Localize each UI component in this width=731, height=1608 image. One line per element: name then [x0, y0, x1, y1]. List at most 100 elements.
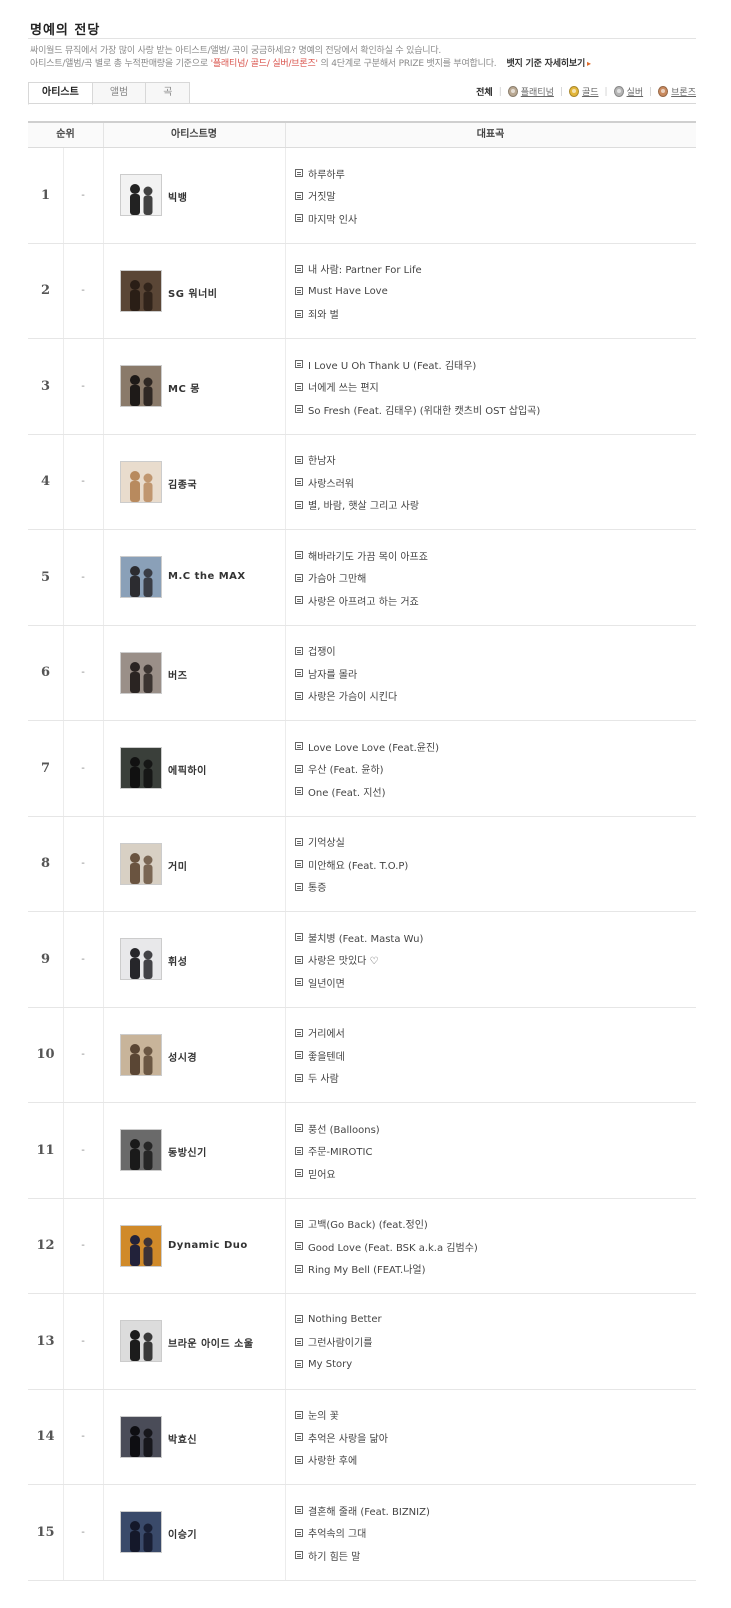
song-item[interactable]: One (Feat. 지선)	[295, 780, 439, 803]
song-item[interactable]: 좋을텐데	[295, 1044, 345, 1067]
artist-photo-image	[121, 1034, 161, 1075]
song-item[interactable]: 일년이면	[295, 971, 423, 994]
filter-platinum[interactable]: 플래티넘	[507, 85, 554, 98]
song-item[interactable]: 믿어요	[295, 1162, 380, 1185]
artist-name[interactable]: 김종국	[168, 476, 197, 491]
song-item[interactable]: 두 사람	[295, 1067, 345, 1090]
song-item[interactable]: 사랑은 아프려고 하는 거죠	[295, 589, 428, 612]
artist-photo[interactable]	[120, 1415, 162, 1458]
song-icon	[295, 573, 303, 582]
song-item[interactable]: 내 사람: Partner For Life	[295, 258, 422, 281]
song-item[interactable]: 사랑은 맛있다 ♡	[295, 949, 423, 972]
song-item[interactable]: 사랑은 가슴이 시킨다	[295, 685, 397, 708]
song-item[interactable]: 눈의 꽃	[295, 1404, 388, 1427]
song-item[interactable]: Nothing Better	[295, 1308, 382, 1331]
song-item[interactable]: 고백(Go Back) (feat.정인)	[295, 1213, 478, 1236]
song-title: 거리에서	[308, 1029, 345, 1041]
song-item[interactable]: 너에게 쓰는 편지	[295, 376, 540, 399]
artist-name[interactable]: 성시경	[168, 1049, 197, 1064]
song-item[interactable]: 사랑스러워	[295, 471, 419, 494]
song-item[interactable]: Ring My Bell (FEAT.나얼)	[295, 1258, 478, 1281]
song-item[interactable]: 해바라기도 가끔 목이 아프죠	[295, 544, 428, 567]
artist-photo[interactable]	[120, 747, 162, 789]
artist-photo[interactable]	[120, 1033, 162, 1076]
song-item[interactable]: 별, 바람, 햇살 그리고 사랑	[295, 494, 419, 517]
filter-silver[interactable]: 실버	[613, 85, 643, 98]
song-item[interactable]: 추억은 사랑을 닮아	[295, 1426, 388, 1449]
song-item[interactable]: 풍선 (Balloons)	[295, 1117, 380, 1140]
song-item[interactable]: Good Love (Feat. BSK a.k.a 김범수)	[295, 1235, 478, 1258]
song-icon	[295, 764, 303, 773]
song-item[interactable]: 마지막 인사	[295, 207, 357, 230]
artist-photo-image	[121, 1130, 161, 1170]
artist-photo[interactable]	[120, 460, 162, 503]
song-item[interactable]: 기억상실	[295, 831, 408, 854]
artist-photo[interactable]	[120, 1129, 162, 1171]
artist-name[interactable]: 에픽하이	[168, 762, 207, 777]
song-list: I Love U Oh Thank U (Feat. 김태우) 너에게 쓰는 편지…	[295, 353, 540, 421]
table-row: 1 - 빅뱅 하루하루 거짓말 마지막 인사	[28, 148, 696, 244]
artist-name[interactable]: SG 워너비	[168, 285, 218, 300]
song-item[interactable]: 통증	[295, 876, 408, 899]
artist-name[interactable]: 동방신기	[168, 1144, 207, 1159]
artist-photo[interactable]	[120, 269, 162, 312]
song-item[interactable]: 불치병 (Feat. Masta Wu)	[295, 926, 423, 949]
song-item[interactable]: 결혼해 줄래 (Feat. BIZNIZ)	[295, 1499, 430, 1522]
song-icon	[295, 787, 303, 796]
filter-all[interactable]: 전체	[476, 85, 493, 98]
filter-bronze[interactable]: 브론즈	[658, 85, 696, 98]
artist-name[interactable]: 브라운 아이드 소울	[168, 1335, 254, 1350]
song-item[interactable]: Must Have Love	[295, 280, 422, 303]
badge-criteria-link[interactable]: 뱃지 기준 자세히보기	[506, 59, 585, 69]
tab-album[interactable]: 앨범	[92, 82, 147, 104]
artist-photo[interactable]	[120, 556, 162, 598]
artist-photo[interactable]	[120, 842, 162, 885]
artist-photo[interactable]	[120, 174, 162, 216]
song-item[interactable]: I Love U Oh Thank U (Feat. 김태우)	[295, 353, 540, 376]
song-item[interactable]: 하기 힘든 말	[295, 1544, 430, 1567]
artist-name[interactable]: 이승기	[168, 1526, 197, 1541]
rank-change: -	[81, 1049, 85, 1061]
song-item[interactable]: 거리에서	[295, 1022, 345, 1045]
artist-name[interactable]: Dynamic Duo	[168, 1240, 248, 1251]
artist-name[interactable]: 거미	[168, 858, 187, 873]
song-title: 사랑한 후에	[308, 1456, 358, 1468]
song-item[interactable]: 하루하루	[295, 162, 357, 185]
artist-photo[interactable]	[120, 1511, 162, 1553]
artist-photo[interactable]	[120, 1224, 162, 1267]
table-row: 3 - MC 몽 I Love U Oh Thank U (Feat. 김태우) 너에게…	[28, 339, 696, 435]
title-divider	[28, 38, 696, 39]
artist-photo[interactable]	[120, 651, 162, 694]
artist-photo[interactable]	[120, 365, 162, 407]
artist-name[interactable]: 휘성	[168, 953, 187, 968]
badge-filters: 전체 | 플래티넘 | 골드 | 실버 | 브론즈	[476, 85, 696, 98]
table-body: 1 - 빅뱅 하루하루 거짓말 마지막 인사 2 - SG 워너비 내 사람: Partner F…	[28, 148, 696, 1581]
song-item[interactable]: My Story	[295, 1353, 382, 1376]
song-item[interactable]: 추억속의 그대	[295, 1522, 430, 1545]
song-item[interactable]: 겁쟁이	[295, 640, 397, 663]
artist-name[interactable]: MC 몽	[168, 380, 200, 395]
artist-name[interactable]: M.C the MAX	[168, 571, 246, 582]
artist-photo[interactable]	[120, 1320, 162, 1362]
song-item[interactable]: 거짓말	[295, 185, 357, 208]
artist-photo[interactable]	[120, 938, 162, 980]
artist-name[interactable]: 버즈	[168, 667, 187, 682]
song-item[interactable]: So Fresh (Feat. 김태우) (위대한 캣츠비 OST 삽입곡)	[295, 398, 540, 421]
song-item[interactable]: 가슴아 그만해	[295, 567, 428, 590]
song-item[interactable]: 우산 (Feat. 윤하)	[295, 758, 439, 781]
song-item[interactable]: 그런사람이기를	[295, 1331, 382, 1354]
song-item[interactable]: Love Love Love (Feat.윤진)	[295, 735, 439, 758]
artist-name[interactable]: 빅뱅	[168, 189, 187, 204]
song-item[interactable]: 미안해요 (Feat. T.O.P)	[295, 853, 408, 876]
song-title: 사랑은 가슴이 시킨다	[308, 692, 398, 704]
song-item[interactable]: 사랑한 후에	[295, 1449, 388, 1472]
song-list: 해바라기도 가끔 목이 아프죠 가슴아 그만해 사랑은 아프려고 하는 거죠	[295, 544, 428, 612]
tab-song[interactable]: 곡	[146, 82, 191, 104]
song-item[interactable]: 남자를 몰라	[295, 662, 397, 685]
filter-gold[interactable]: 골드	[568, 85, 599, 98]
song-item[interactable]: 한남자	[295, 449, 419, 472]
artist-name[interactable]: 박효신	[168, 1431, 197, 1446]
song-item[interactable]: 주문-MIROTIC	[295, 1140, 380, 1163]
song-item[interactable]: 죄와 벌	[295, 303, 422, 326]
tab-artist[interactable]: 아티스트	[28, 82, 93, 105]
